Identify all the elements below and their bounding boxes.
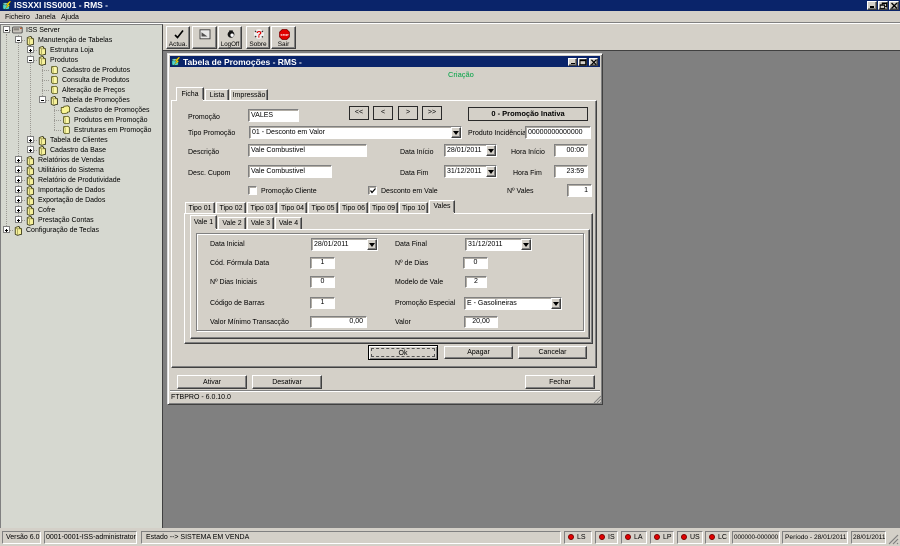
svg-text:?: ? [256,29,262,40]
svg-text:STOP: STOP [280,33,288,37]
